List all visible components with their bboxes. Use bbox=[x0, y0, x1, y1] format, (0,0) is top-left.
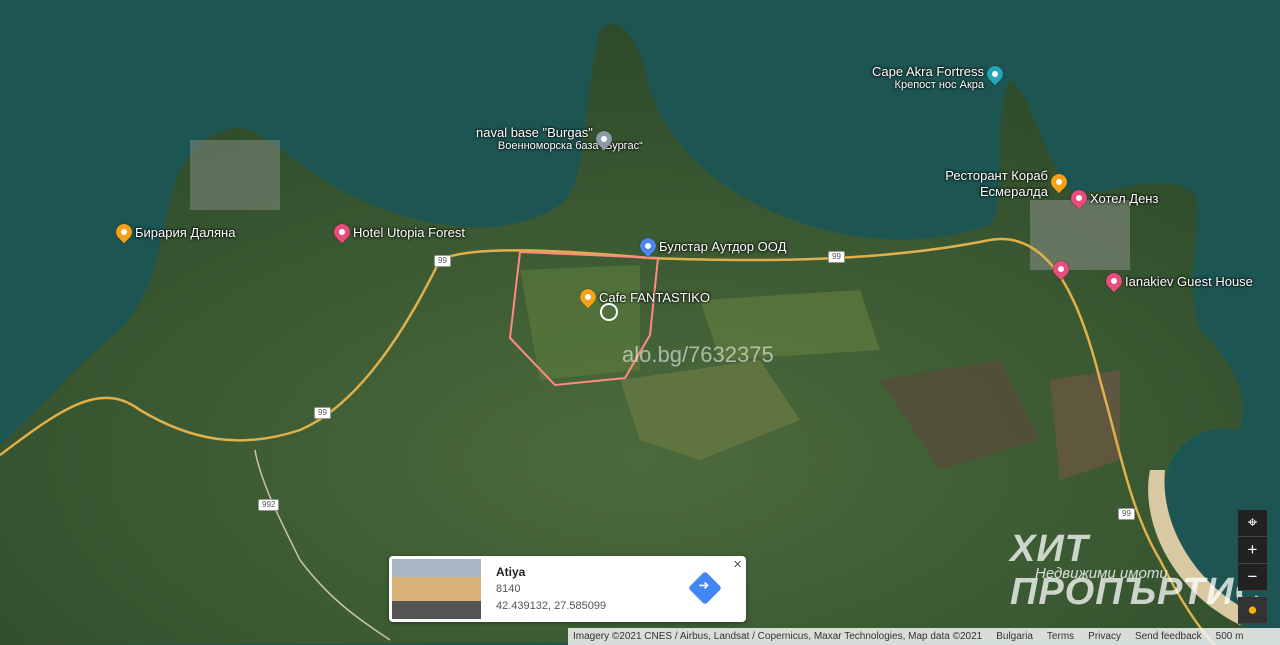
place-card[interactable]: Atiya 8140 42.439132, 27.585099 × bbox=[389, 556, 746, 622]
poi-label: Ресторант Кораб Есмералда bbox=[945, 168, 1048, 199]
museum-pin-icon bbox=[983, 62, 1007, 86]
poi-label: naval base "Burgas" bbox=[476, 125, 593, 140]
poi-ianakiev-guest-house[interactable]: Ianakiev Guest House bbox=[1102, 269, 1253, 293]
place-title: Atiya bbox=[496, 565, 526, 579]
map-attribution: Imagery ©2021 CNES / Airbus, Landsat / C… bbox=[573, 631, 983, 642]
poi-label: Хотел Денз bbox=[1090, 190, 1159, 206]
map-footer: Imagery ©2021 CNES / Airbus, Landsat / C… bbox=[568, 628, 1280, 645]
poi-hotel-unnamed[interactable] bbox=[1049, 257, 1073, 281]
scale-bar[interactable]: 500 m bbox=[1216, 631, 1244, 642]
pegman-icon[interactable]: ● bbox=[1238, 597, 1267, 624]
road-label: 99 bbox=[314, 407, 331, 419]
poi-label: Hotel Utopia Forest bbox=[353, 224, 465, 240]
poi-naval-base[interactable]: naval base "Burgas" Военноморска база „Б… bbox=[476, 125, 643, 152]
shop-pin-icon bbox=[636, 234, 660, 258]
poi-label: Cafe FANTASTIKO bbox=[599, 289, 711, 305]
road-label: 99 bbox=[1118, 508, 1135, 520]
hotel-pin-icon bbox=[330, 220, 354, 244]
poi-korab-esmeralda[interactable]: Ресторант Кораб Есмералда bbox=[938, 168, 1071, 200]
poi-cape-akra-fortress[interactable]: Cape Akra Fortress Крепост нос Акра bbox=[872, 62, 1007, 91]
poi-hotel-denz[interactable]: Хотел Денз bbox=[1067, 186, 1159, 210]
poi-biraria-dalyana[interactable]: Бирария Даляна bbox=[112, 220, 236, 244]
privacy-link[interactable]: Privacy bbox=[1088, 631, 1121, 642]
cafe-pin-icon bbox=[576, 285, 600, 309]
poi-label: Булстар Аутдор ООД bbox=[659, 238, 787, 254]
directions-icon[interactable] bbox=[688, 571, 722, 605]
map-controls: ⌖ + − ● bbox=[1238, 510, 1267, 624]
place-coordinates: 42.439132, 27.585099 bbox=[496, 600, 607, 612]
poi-label: Бирария Даляна bbox=[135, 224, 236, 240]
restaurant-pin-icon bbox=[1047, 170, 1071, 194]
poi-label: Cape Akra Fortress bbox=[872, 64, 984, 79]
poi-bulstar[interactable]: Булстар Аутдор ООД bbox=[636, 234, 787, 258]
hotel-pin-icon bbox=[1102, 269, 1126, 293]
feedback-link[interactable]: Send feedback bbox=[1135, 631, 1202, 642]
poi-cafe-fantastiko[interactable]: Cafe FANTASTIKO bbox=[576, 285, 711, 309]
region-label: Bulgaria bbox=[996, 631, 1033, 642]
poi-label: Ianakiev Guest House bbox=[1125, 273, 1253, 289]
hotel-pin-icon bbox=[1067, 186, 1091, 210]
poi-sublabel: Военноморска база „Бургас“ bbox=[497, 140, 643, 152]
poi-sublabel: Крепост нос Акра bbox=[894, 79, 984, 91]
poi-hotel-utopia-forest[interactable]: Hotel Utopia Forest bbox=[330, 220, 465, 244]
restaurant-pin-icon bbox=[112, 220, 136, 244]
brand-tagline: Недвижими имоти bbox=[1035, 565, 1168, 582]
zoom-out-button[interactable]: − bbox=[1238, 564, 1267, 591]
my-location-button[interactable]: ⌖ bbox=[1238, 510, 1267, 537]
terms-link[interactable]: Terms bbox=[1047, 631, 1074, 642]
road-label: 992 bbox=[258, 499, 280, 511]
road-label: 99 bbox=[434, 255, 451, 267]
hotel-pin-icon bbox=[1049, 257, 1073, 281]
close-icon[interactable]: × bbox=[733, 556, 742, 573]
road-label: 99 bbox=[828, 251, 845, 263]
listing-watermark: alo.bg/7632375 bbox=[622, 342, 774, 367]
place-photo[interactable] bbox=[392, 559, 481, 619]
location-marker-icon[interactable] bbox=[600, 303, 618, 321]
zoom-in-button[interactable]: + bbox=[1238, 537, 1267, 564]
place-postcode: 8140 bbox=[496, 583, 521, 595]
